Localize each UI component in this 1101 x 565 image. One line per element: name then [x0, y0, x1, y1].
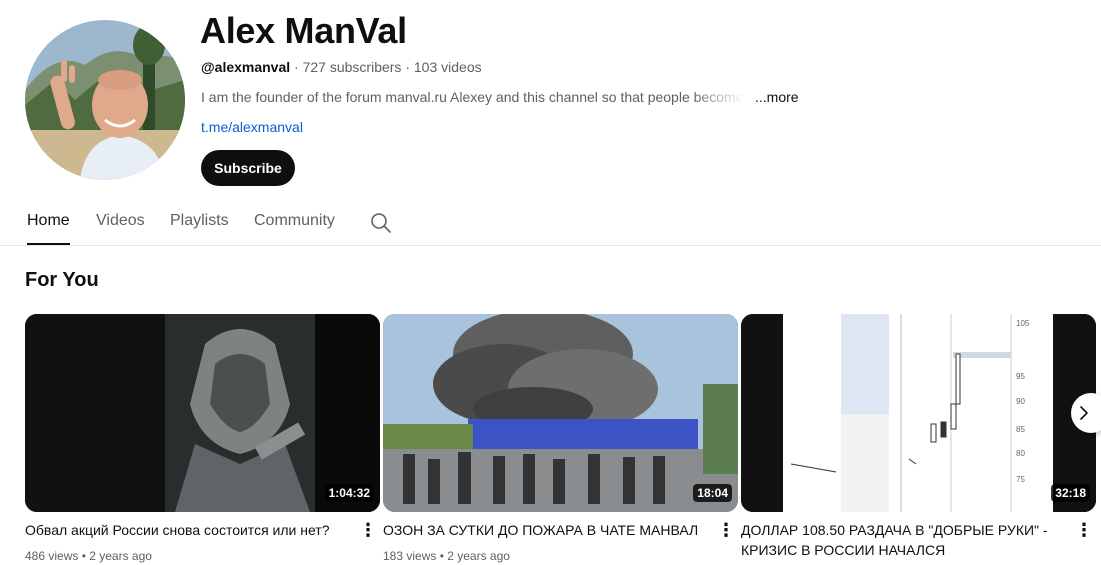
video-age: 2 years ago	[447, 549, 510, 563]
channel-meta: @alexmanval · 727 subscribers · 103 vide…	[201, 59, 482, 75]
channel-avatar[interactable]	[25, 20, 185, 180]
meta-separator: •	[436, 549, 448, 563]
meta-separator: ·	[290, 59, 303, 75]
tab-playlists[interactable]: Playlists	[170, 212, 229, 230]
tab-videos[interactable]: Videos	[96, 212, 145, 230]
subscriber-count: 727 subscribers	[302, 59, 402, 75]
more-vert-icon[interactable]: ⋮	[356, 518, 380, 542]
video-thumbnail[interactable]: 105 95 90 85 80 75 32:18	[741, 314, 1096, 512]
more-vert-icon[interactable]: ⋮	[1072, 518, 1096, 542]
video-age: 2 years ago	[89, 549, 152, 563]
svg-text:75: 75	[1016, 475, 1025, 484]
channel-description[interactable]: I am the founder of the forum manval.ru …	[201, 89, 745, 105]
video-duration: 1:04:32	[324, 484, 374, 502]
svg-text:105: 105	[1016, 319, 1030, 328]
more-link[interactable]: ...more	[755, 89, 799, 105]
video-title[interactable]: ДОЛЛАР 108.50 РАЗДАЧА В "ДОБРЫЕ РУКИ" - …	[741, 520, 1061, 560]
channel-name: Alex ManVal	[200, 10, 407, 51]
video-meta: 183 views • 2 years ago	[383, 549, 510, 563]
video-title[interactable]: Обвал акций России снова состоится или н…	[25, 520, 345, 540]
tab-home[interactable]: Home	[27, 212, 70, 245]
video-title[interactable]: ОЗОН ЗА СУТКИ ДО ПОЖАРА В ЧАТЕ МАНВАЛ	[383, 520, 703, 540]
video-views: 183 views	[383, 549, 437, 563]
svg-text:95: 95	[1016, 372, 1025, 381]
more-vert-icon[interactable]: ⋮	[714, 518, 738, 542]
meta-separator: ·	[401, 59, 414, 75]
channel-handle: @alexmanval	[201, 59, 291, 75]
meta-separator: •	[78, 549, 90, 563]
chevron-right-icon	[1080, 406, 1088, 420]
video-duration: 32:18	[1051, 484, 1090, 502]
svg-text:85: 85	[1016, 425, 1025, 434]
video-card[interactable]: 105 95 90 85 80 75 32:18 ДОЛЛАР 108.50 РАЗД…	[741, 314, 1096, 558]
video-count: 103 videos	[413, 59, 482, 75]
video-thumbnail[interactable]: 1:04:32	[25, 314, 380, 512]
channel-description-row: I am the founder of the forum manval.ru …	[201, 89, 799, 105]
svg-text:80: 80	[1016, 449, 1025, 458]
subscribe-button[interactable]: Subscribe	[201, 150, 295, 186]
tab-community[interactable]: Community	[254, 212, 335, 230]
search-icon[interactable]	[369, 211, 393, 235]
section-title: For You	[25, 269, 99, 291]
video-card[interactable]: 18:04 ОЗОН ЗА СУТКИ ДО ПОЖАРА В ЧАТЕ МАН…	[383, 314, 738, 563]
video-thumbnail[interactable]: 18:04	[383, 314, 738, 512]
channel-tabs: Home Videos Playlists Community	[0, 200, 1101, 246]
channel-link[interactable]: t.me/alexmanval	[201, 119, 303, 135]
video-meta: 486 views • 2 years ago	[25, 549, 152, 563]
svg-text:90: 90	[1016, 397, 1025, 406]
video-card[interactable]: 1:04:32 Обвал акций России снова состоит…	[25, 314, 380, 563]
video-duration: 18:04	[693, 484, 732, 502]
video-views: 486 views	[25, 549, 79, 563]
